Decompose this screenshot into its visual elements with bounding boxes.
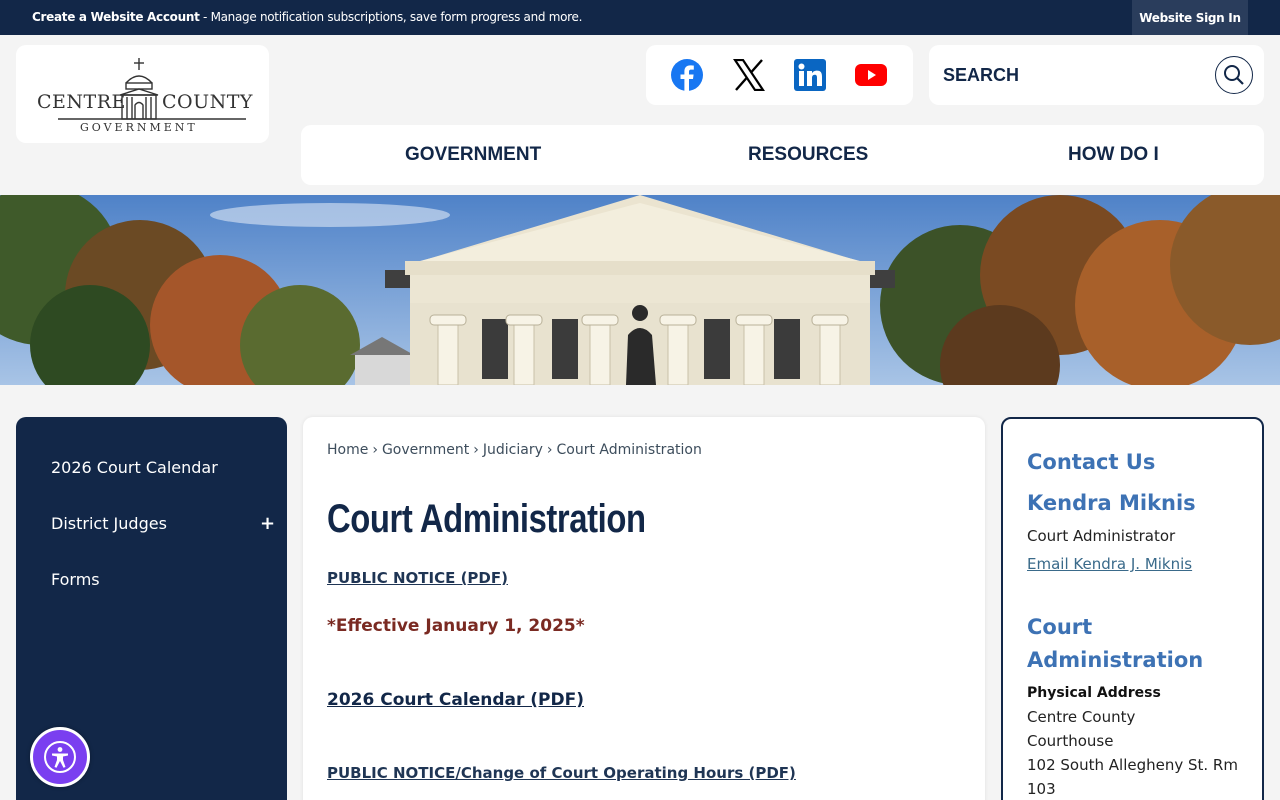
account-message: Create a Website Account - Manage notifi… [32,10,582,24]
search-button[interactable] [1215,56,1253,94]
search-input[interactable] [943,57,1203,93]
breadcrumb-government[interactable]: Government [382,442,469,458]
nav-how-do-i[interactable]: HOW DO I [1068,144,1159,166]
breadcrumb-current: Court Administration [556,442,702,458]
main-navigation: GOVERNMENT RESOURCES HOW DO I [301,125,1264,185]
breadcrumb-separator: › [372,442,378,458]
breadcrumb-separator: › [546,442,553,458]
sidebar-item-forms[interactable]: Forms [51,570,100,589]
contact-person-name: Kendra Miknis [1027,491,1196,515]
contact-email-link[interactable]: Email Kendra J. Miknis [1027,555,1192,573]
address-line-4: 103 [1027,780,1056,798]
breadcrumb-home[interactable]: Home [327,442,368,458]
contact-us-panel: Contact Us Kendra Miknis Court Administr… [1001,417,1264,800]
search-icon [1224,65,1244,85]
top-utility-bar: Create a Website Account - Manage notifi… [0,0,1280,35]
logo-text-county: COUNTY [162,91,253,113]
accessibility-button[interactable] [30,727,90,787]
nav-government[interactable]: GOVERNMENT [405,144,541,166]
courthouse-banner-image [0,195,1280,385]
nav-resources[interactable]: RESOURCES [748,144,868,166]
contact-role: Court Administrator [1027,527,1176,545]
address-line-1: Centre County [1027,708,1136,726]
address-label: Physical Address [1027,685,1161,701]
site-logo[interactable]: CENTRE COUNTY GOVERNMENT [16,45,269,143]
office-name-line2: Administration [1027,648,1204,672]
account-message-text: - Manage notification subscriptions, sav… [199,10,583,24]
expand-plus-icon[interactable]: + [260,513,275,534]
website-sign-in-button[interactable]: Website Sign In [1132,0,1248,35]
page-title: Court Administration [327,497,646,541]
court-calendar-link[interactable]: 2026 Court Calendar (PDF) [327,690,584,710]
address-line-3: 102 South Allegheny St. Rm [1027,756,1238,774]
sidebar-item-2026-court-calendar[interactable]: 2026 Court Calendar [51,458,218,477]
breadcrumb-separator: › [473,442,479,458]
address-line-2: Courthouse [1027,732,1114,750]
sidebar-item-district-judges[interactable]: District Judges [51,514,167,533]
contact-heading: Contact Us [1027,450,1156,474]
youtube-icon[interactable] [855,59,887,91]
social-links [646,45,913,105]
breadcrumb-judiciary[interactable]: Judiciary [483,442,543,458]
search-bar [929,45,1264,105]
effective-date-text: *Effective January 1, 2025* [327,616,585,636]
public-notice-link[interactable]: PUBLIC NOTICE (PDF) [327,569,508,587]
logo-text-centre: CENTRE [37,91,126,113]
facebook-icon[interactable] [671,59,703,91]
breadcrumb: Home › Government › Judiciary › Court Administ… [327,442,702,458]
create-account-link[interactable]: Create a Website Account [32,10,200,24]
office-name-line1: Court [1027,615,1093,639]
operating-hours-notice-link[interactable]: PUBLIC NOTICE/Change of Court Operating … [327,764,796,782]
x-icon[interactable] [733,59,765,91]
accessibility-icon [44,741,76,773]
logo-text-government: GOVERNMENT [80,121,198,134]
linkedin-icon[interactable] [794,59,826,91]
main-content: Home › Government › Judiciary › Court Administ… [303,417,985,800]
